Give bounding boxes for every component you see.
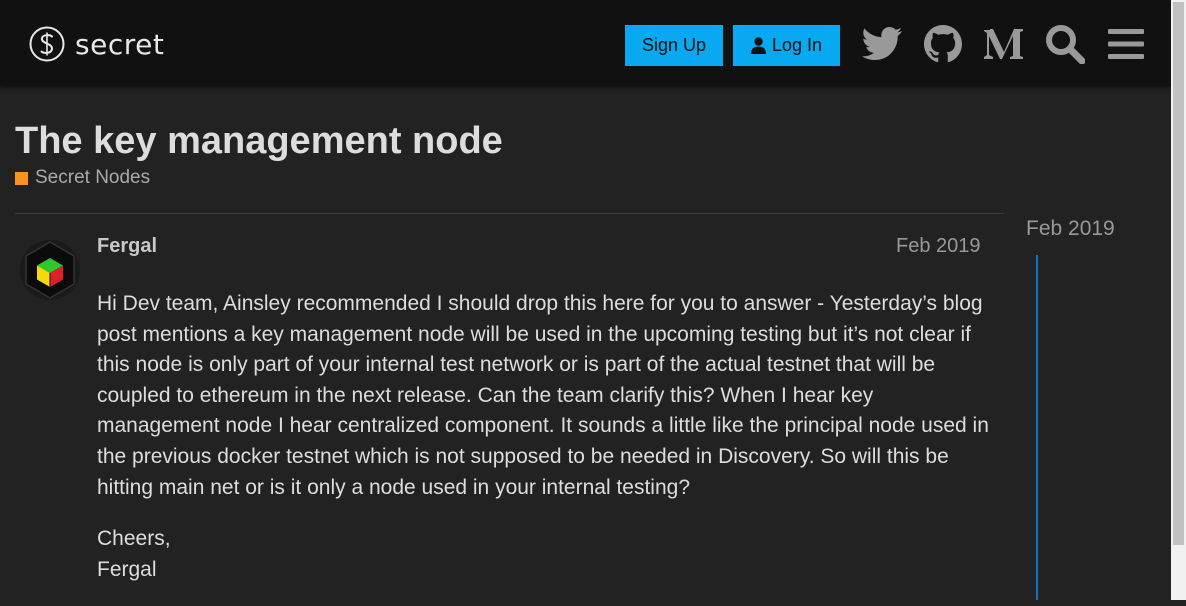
user-icon [750, 37, 766, 54]
log-in-button[interactable]: Log In [733, 25, 840, 66]
search-icon[interactable] [1043, 22, 1087, 66]
post-paragraph: Hi Dev team, Ainsley recommended I shoul… [97, 292, 989, 499]
secret-logo-icon [29, 26, 65, 62]
post-signoff: Cheers, Fergal [97, 524, 997, 585]
post-signoff-line: Cheers, [97, 527, 171, 551]
user-avatar[interactable] [19, 236, 81, 306]
category-badge[interactable]: Secret Nodes [15, 167, 150, 189]
post-date[interactable]: Feb 2019 [896, 235, 981, 258]
page-scrollbar[interactable] [1171, 0, 1186, 600]
site-header: secret Sign Up Log In [0, 0, 1171, 86]
post-body: Hi Dev team, Ainsley recommended I shoul… [97, 289, 997, 606]
site-brand-name: secret [75, 27, 165, 61]
github-icon[interactable] [921, 22, 965, 66]
topic-divider [15, 213, 1004, 214]
topic-title[interactable]: The key management node [15, 120, 503, 163]
category-name: Secret Nodes [35, 167, 151, 188]
sign-up-button[interactable]: Sign Up [625, 25, 723, 66]
twitter-icon[interactable] [860, 22, 904, 66]
post-signoff-name: Fergal [97, 557, 157, 581]
timeline-date[interactable]: Feb 2019 [1026, 217, 1115, 241]
menu-icon[interactable] [1104, 22, 1148, 66]
scrollbar-thumb[interactable] [1173, 2, 1184, 545]
timeline-scroll-track[interactable] [1036, 255, 1038, 600]
category-color-swatch [15, 171, 28, 185]
log-in-label: Log In [771, 35, 823, 55]
site-logo[interactable]: secret [29, 24, 164, 64]
medium-icon[interactable] [982, 22, 1026, 66]
post-username[interactable]: Fergal [97, 235, 157, 258]
